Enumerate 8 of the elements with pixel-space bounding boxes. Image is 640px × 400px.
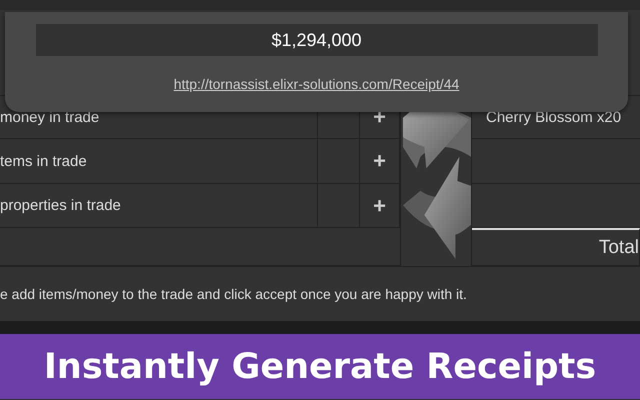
- total-label: Total: [598, 236, 639, 258]
- info-text: e add items/money to the trade and click accept once you are happy with it.: [0, 286, 467, 302]
- trade-row-label: properties in trade: [0, 184, 318, 228]
- receipt-amount: $1,294,000: [36, 24, 598, 56]
- receipt-link[interactable]: http://tornassist.elixr-solutions.com/Receipt/44: [174, 76, 460, 92]
- banner-title: Instantly Generate Receipts: [44, 346, 596, 386]
- trade-item: Cherry Blossom x20: [486, 108, 622, 126]
- trade-row-label: tems in trade: [0, 139, 318, 184]
